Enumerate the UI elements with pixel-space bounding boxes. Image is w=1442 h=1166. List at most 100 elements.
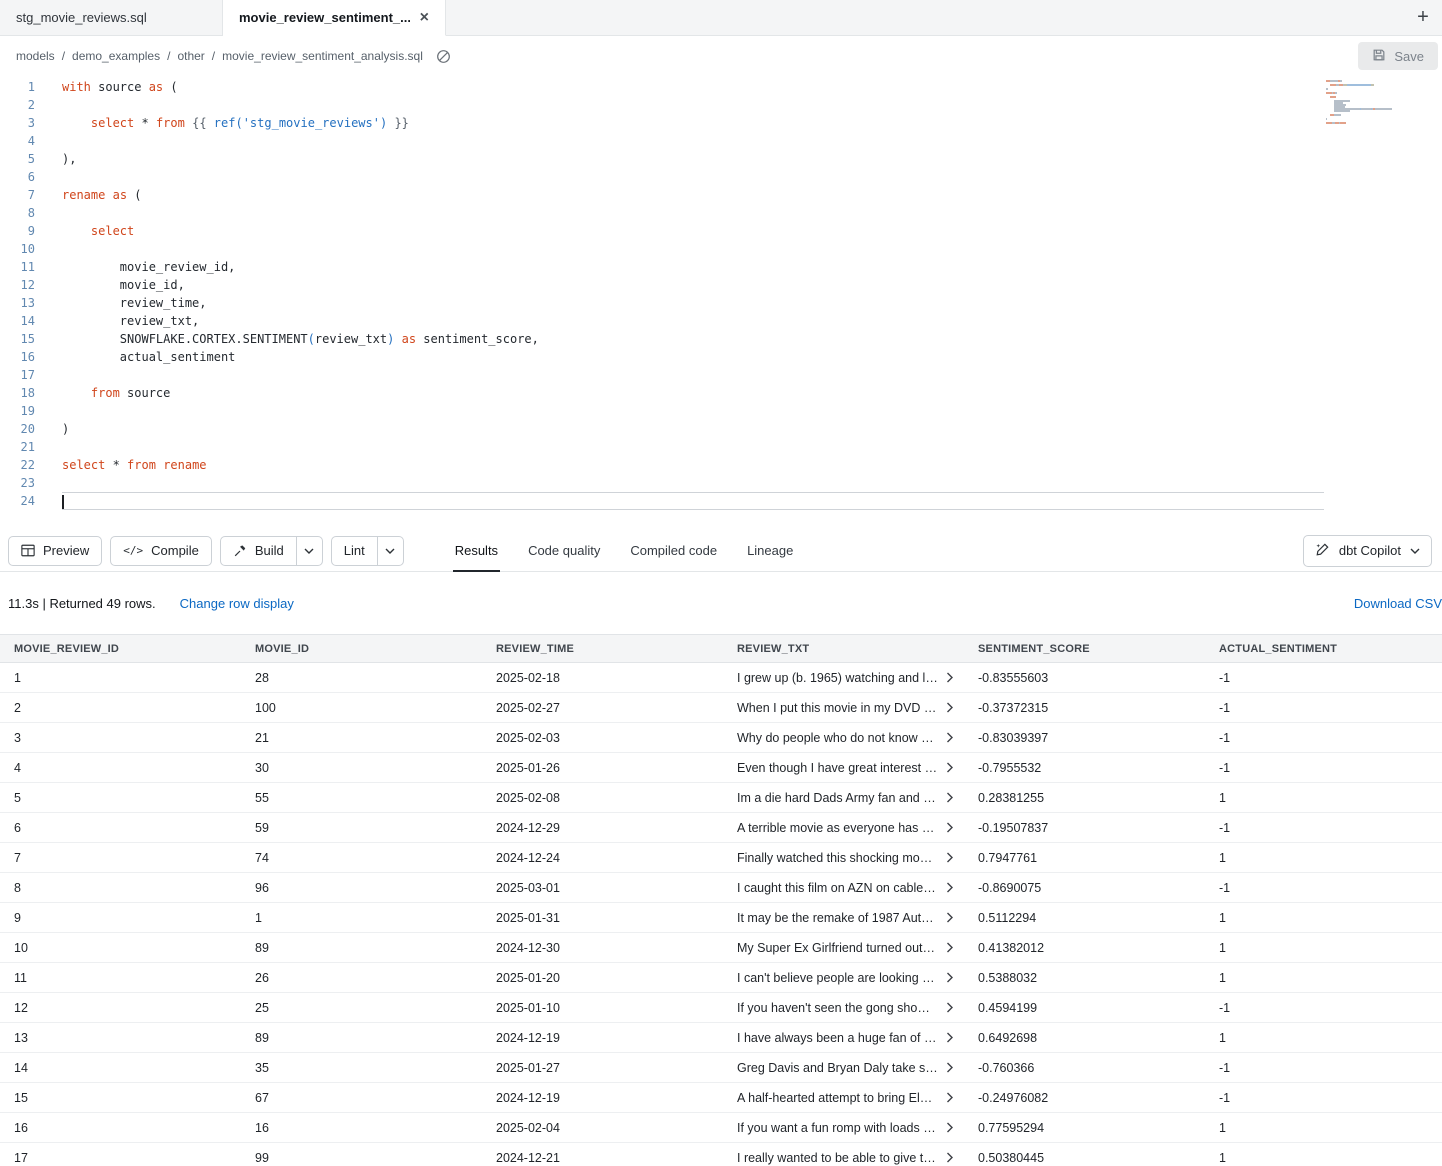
code-line[interactable]: review_txt, xyxy=(62,312,1324,330)
tab-movie-review-sentiment[interactable]: movie_review_sentiment_... × xyxy=(223,0,446,36)
code-line[interactable] xyxy=(62,96,1324,114)
table-row: 10892024-12-30My Super Ex Girlfriend tur… xyxy=(0,933,1442,963)
expand-cell-icon[interactable] xyxy=(946,732,954,743)
breadcrumb-item[interactable]: other xyxy=(177,49,204,63)
table-row: 16162025-02-04If you want a fun romp wit… xyxy=(0,1113,1442,1143)
editor-code[interactable]: with source as ( select * from {{ ref('s… xyxy=(62,78,1324,530)
tab-lineage[interactable]: Lineage xyxy=(732,530,808,571)
copilot-icon xyxy=(1315,542,1330,560)
review-text: I grew up (b. 1965) watching and lovin… xyxy=(737,671,938,685)
build-dropdown-chevron[interactable] xyxy=(296,536,323,566)
code-line[interactable] xyxy=(62,492,1324,510)
text-cursor xyxy=(62,495,64,509)
expand-cell-icon[interactable] xyxy=(946,822,954,833)
new-tab-button[interactable]: + xyxy=(1404,0,1442,35)
copilot-label: dbt Copilot xyxy=(1339,543,1401,558)
chevron-down-icon xyxy=(1410,548,1420,554)
code-line[interactable]: review_time, xyxy=(62,294,1324,312)
expand-cell-icon[interactable] xyxy=(946,852,954,863)
cell: 13 xyxy=(0,1023,241,1053)
cell: -0.83555603 xyxy=(964,663,1205,693)
cell: 1 xyxy=(241,903,482,933)
code-line[interactable] xyxy=(62,402,1324,420)
code-line[interactable]: select xyxy=(62,222,1324,240)
expand-cell-icon[interactable] xyxy=(946,702,954,713)
cell: 25 xyxy=(241,993,482,1023)
minimap-zone xyxy=(1324,78,1442,530)
tab-label: Compiled code xyxy=(630,543,717,558)
compile-button[interactable]: </> Compile xyxy=(110,536,212,566)
cell: 2025-01-26 xyxy=(482,753,723,783)
minimap[interactable] xyxy=(1326,80,1436,128)
cell: 2024-12-19 xyxy=(482,1083,723,1113)
cell: -0.8690075 xyxy=(964,873,1205,903)
build-button[interactable]: Build xyxy=(220,536,297,566)
change-row-display-link[interactable]: Change row display xyxy=(180,596,294,611)
cell: 30 xyxy=(241,753,482,783)
code-line[interactable] xyxy=(62,366,1324,384)
expand-cell-icon[interactable] xyxy=(946,762,954,773)
breadcrumb-item[interactable]: models xyxy=(16,49,55,63)
expand-cell-icon[interactable] xyxy=(946,672,954,683)
column-header: ACTUAL_SENTIMENT xyxy=(1205,635,1442,663)
expand-cell-icon[interactable] xyxy=(946,912,954,923)
breadcrumb: models / demo_examples / other / movie_r… xyxy=(16,49,451,64)
line-number: 19 xyxy=(0,402,35,420)
expand-cell-icon[interactable] xyxy=(946,1062,954,1073)
code-line[interactable]: ), xyxy=(62,150,1324,168)
download-csv-link[interactable]: Download CSV xyxy=(1354,596,1442,611)
code-line[interactable]: rename as ( xyxy=(62,186,1324,204)
tab-stg-movie-reviews[interactable]: stg_movie_reviews.sql xyxy=(0,0,223,35)
dbt-copilot-button[interactable]: dbt Copilot xyxy=(1303,535,1432,567)
table-row: 8962025-03-01I caught this film on AZN o… xyxy=(0,873,1442,903)
cell: 59 xyxy=(241,813,482,843)
line-number: 8 xyxy=(0,204,35,222)
code-line[interactable]: with source as ( xyxy=(62,78,1324,96)
expand-cell-icon[interactable] xyxy=(946,972,954,983)
cell: -0.19507837 xyxy=(964,813,1205,843)
cell: 0.4594199 xyxy=(964,993,1205,1023)
code-line[interactable]: from source xyxy=(62,384,1324,402)
preview-button[interactable]: Preview xyxy=(8,536,102,566)
save-icon xyxy=(1372,48,1386,65)
lint-button[interactable]: Lint xyxy=(331,536,378,566)
code-line[interactable]: movie_review_id, xyxy=(62,258,1324,276)
expand-cell-icon[interactable] xyxy=(946,882,954,893)
code-line[interactable] xyxy=(62,132,1324,150)
tab-compiled-code[interactable]: Compiled code xyxy=(615,530,732,571)
cell: Im a die hard Dads Army fan and nothi… xyxy=(723,783,964,813)
code-line[interactable] xyxy=(62,240,1324,258)
cell: 1 xyxy=(1205,843,1442,873)
code-line[interactable] xyxy=(62,474,1324,492)
lint-dropdown-chevron[interactable] xyxy=(377,536,404,566)
code-line[interactable]: ) xyxy=(62,420,1324,438)
table-row: 17992024-12-21I really wanted to be able… xyxy=(0,1143,1442,1166)
tab-code-quality[interactable]: Code quality xyxy=(513,530,615,571)
code-line[interactable]: movie_id, xyxy=(62,276,1324,294)
sql-editor: 123456789101112131415161718192021222324 … xyxy=(0,76,1442,530)
expand-cell-icon[interactable] xyxy=(946,1152,954,1163)
expand-cell-icon[interactable] xyxy=(946,942,954,953)
code-line[interactable]: select * from {{ ref('stg_movie_reviews'… xyxy=(62,114,1324,132)
code-line[interactable]: actual_sentiment xyxy=(62,348,1324,366)
code-line[interactable] xyxy=(62,204,1324,222)
tab-bar-spacer xyxy=(446,0,1404,35)
cell: 12 xyxy=(0,993,241,1023)
result-tabs: Results Code quality Compiled code Linea… xyxy=(440,530,809,571)
code-line[interactable] xyxy=(62,168,1324,186)
code-line[interactable] xyxy=(62,438,1324,456)
breadcrumb-item[interactable]: demo_examples xyxy=(72,49,160,63)
save-button[interactable]: Save xyxy=(1358,42,1438,70)
expand-cell-icon[interactable] xyxy=(946,1122,954,1133)
expand-cell-icon[interactable] xyxy=(946,1092,954,1103)
code-line[interactable]: SNOWFLAKE.CORTEX.SENTIMENT(review_txt) a… xyxy=(62,330,1324,348)
expand-cell-icon[interactable] xyxy=(946,792,954,803)
cell: I can't believe people are looking for a… xyxy=(723,963,964,993)
expand-cell-icon[interactable] xyxy=(946,1032,954,1043)
cell: I caught this film on AZN on cable. It s… xyxy=(723,873,964,903)
code-line[interactable]: select * from rename xyxy=(62,456,1324,474)
cell: -1 xyxy=(1205,993,1442,1023)
close-tab-icon[interactable]: × xyxy=(420,10,429,26)
tab-results[interactable]: Results xyxy=(440,530,513,571)
expand-cell-icon[interactable] xyxy=(946,1002,954,1013)
